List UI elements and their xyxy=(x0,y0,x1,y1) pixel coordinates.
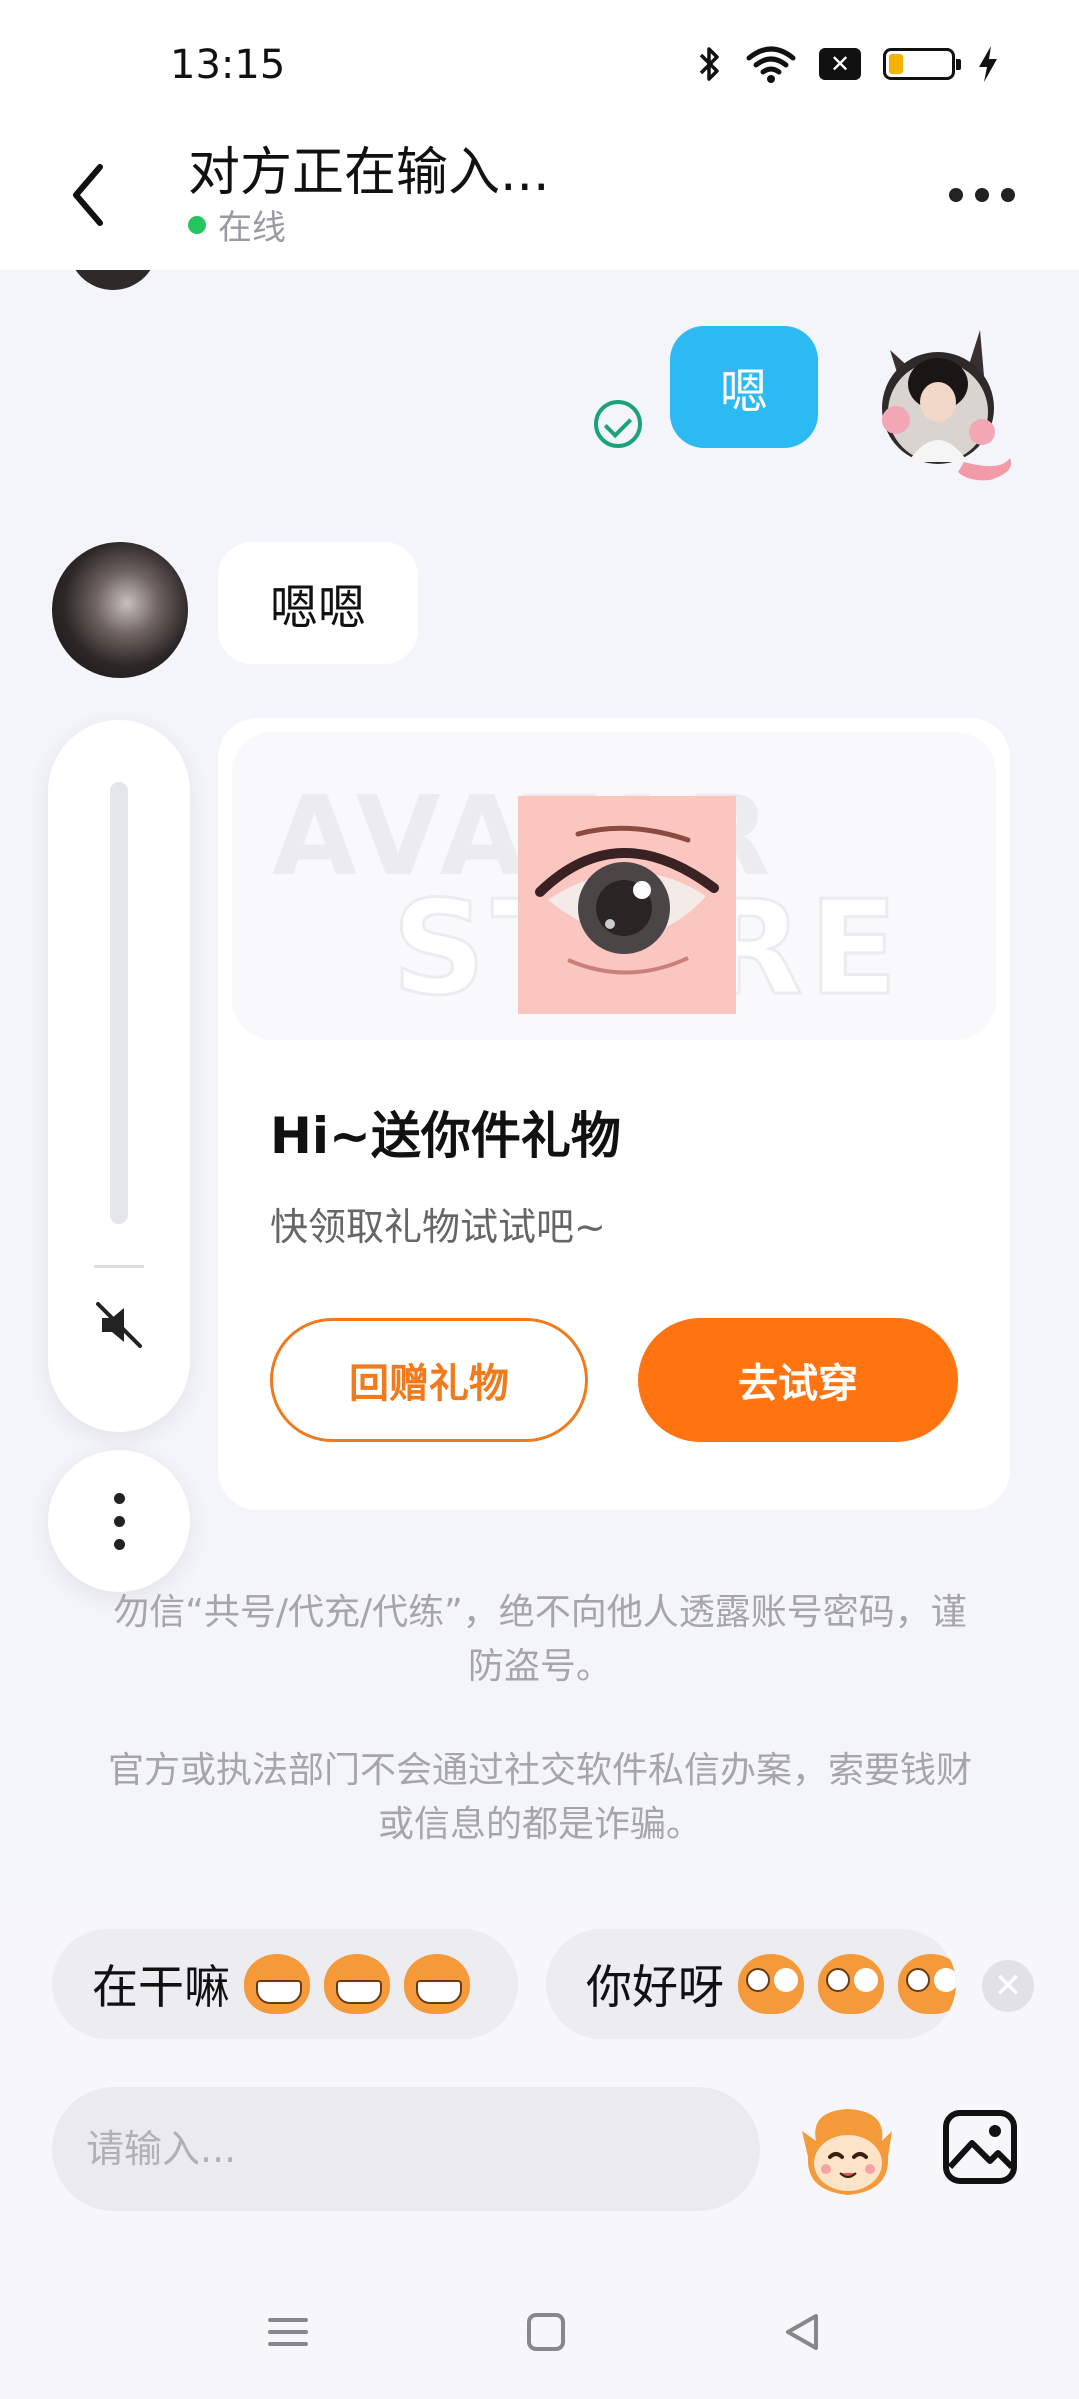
wide-eyes-emoji-icon xyxy=(738,1954,804,2014)
quick-reply-chip[interactable]: 在干嘛 xyxy=(52,1929,518,2039)
volume-menu-button[interactable] xyxy=(48,1450,190,1592)
dot-icon xyxy=(975,188,989,202)
charging-bolt-icon xyxy=(979,46,997,82)
back-arrow-icon[interactable] xyxy=(60,155,120,235)
status-icons: ✕ xyxy=(697,44,999,84)
back-triangle-icon[interactable] xyxy=(780,2310,824,2354)
dot-icon xyxy=(113,1515,125,1527)
divider xyxy=(94,1265,144,1268)
battery-icon xyxy=(883,48,961,80)
avatar-partial[interactable] xyxy=(68,270,158,290)
online-status-label: 在线 xyxy=(218,208,286,248)
online-dot-icon xyxy=(188,215,206,234)
online-status: 在线 xyxy=(188,200,286,249)
system-nav-bar xyxy=(0,2280,1079,2399)
mute-speaker-icon[interactable] xyxy=(92,1298,146,1352)
gift-title: Hi~送你件礼物 xyxy=(270,1107,621,1165)
quick-reply-label: 在干嘛 xyxy=(92,1960,230,2014)
grin-emoji-icon xyxy=(244,1954,310,2014)
quick-reply-label: 你好呀 xyxy=(586,1960,724,2014)
security-notice: 勿信“共号/代充/代练”，绝不向他人透露账号密码，谨防盗号。 xyxy=(113,1592,967,1687)
fraud-notice: 官方或执法部门不会通过社交软件私信办案，索要钱财或信息的都是诈骗。 xyxy=(107,1750,972,1845)
home-square-icon[interactable] xyxy=(524,2310,568,2354)
chat-header: 对方正在输入... 在线 xyxy=(0,130,1079,270)
return-gift-button[interactable]: 回赠礼物 xyxy=(270,1318,588,1442)
close-icon[interactable]: ✕ xyxy=(982,1960,1034,2012)
received-message-bubble[interactable]: 嗯嗯 xyxy=(218,542,418,664)
grin-emoji-icon xyxy=(404,1954,470,2014)
wide-eyes-emoji-icon xyxy=(818,1954,884,2014)
status-bar: 13:15 ✕ xyxy=(0,0,1079,130)
read-check-icon xyxy=(594,400,642,448)
volume-panel xyxy=(48,720,190,1432)
dot-icon xyxy=(1001,188,1015,202)
more-options-button[interactable] xyxy=(949,175,1029,215)
volume-slider[interactable] xyxy=(110,782,128,1224)
contact-avatar[interactable] xyxy=(52,542,188,678)
grin-emoji-icon xyxy=(324,1954,390,2014)
sticker-icon[interactable] xyxy=(796,2101,900,2201)
chat-messages[interactable]: 嗯 嗯嗯 AVATAR STORE xyxy=(0,270,1079,1905)
menu-icon[interactable] xyxy=(266,2310,310,2354)
dot-icon xyxy=(949,188,963,202)
image-icon[interactable] xyxy=(940,2107,1020,2187)
gift-image: AVATAR STORE xyxy=(232,732,996,1040)
gift-card[interactable]: AVATAR STORE Hi~送你件礼物 快领取礼物试试吧~ 回赠礼物 去试穿 xyxy=(218,718,1010,1510)
my-avatar[interactable] xyxy=(860,322,1020,482)
quick-reply-chip[interactable]: 你好呀 xyxy=(546,1929,956,2039)
message-input[interactable] xyxy=(52,2087,760,2211)
status-time: 13:15 xyxy=(170,42,286,88)
bluetooth-icon xyxy=(699,47,719,81)
x-box-icon: ✕ xyxy=(819,48,861,80)
wide-eyes-emoji-icon xyxy=(898,1954,956,2014)
wifi-icon xyxy=(746,46,796,83)
gift-subtitle: 快领取礼物试试吧~ xyxy=(270,1205,606,1249)
dot-icon xyxy=(113,1538,125,1550)
sent-message-bubble[interactable]: 嗯 xyxy=(670,326,818,448)
page-title: 对方正在输入... xyxy=(188,143,550,203)
dot-icon xyxy=(113,1492,125,1504)
battery-level xyxy=(889,54,903,74)
try-on-button[interactable]: 去试穿 xyxy=(638,1318,958,1442)
eye-gift-icon xyxy=(518,796,736,1014)
